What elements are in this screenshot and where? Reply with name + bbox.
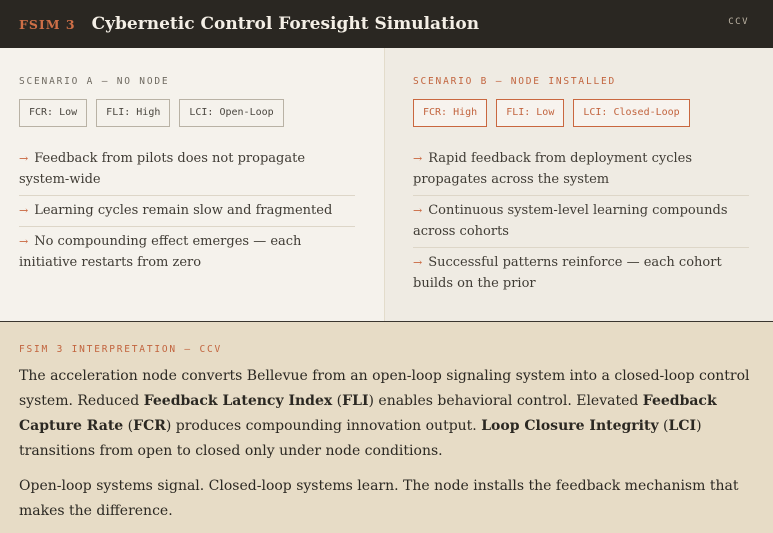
arrow-right-icon: → (19, 204, 29, 217)
scenario-b-label: SCENARIO B — NODE INSTALLED (413, 76, 617, 87)
scenario-b-tags: FCR: High FLI: Low LCI: Closed-Loop (413, 99, 749, 127)
list-item-text: Rapid feedback from deployment cycles pr… (413, 151, 693, 187)
tag-lci: LCI: Open-Loop (179, 99, 284, 127)
list-item: → Successful patterns reinforce — each co… (413, 248, 749, 299)
tag-lci: LCI: Closed-Loop (573, 99, 690, 127)
header-tag: CCV (728, 17, 749, 27)
term-fcr: FCR (133, 418, 166, 434)
arrow-right-icon: → (413, 256, 423, 269)
term-fli-name: Feedback Latency Index (143, 393, 333, 409)
scenario-a-label: SCENARIO A — NO NODE (19, 76, 170, 87)
interpretation-label: FSIM 3 INTERPRETATION — CCV (19, 344, 223, 355)
text-segment: ( (332, 393, 343, 409)
scenario-a-list: → Feedback from pilots does not propagate… (19, 144, 365, 278)
scenario-a-panel: SCENARIO A — NO NODE FCR: Low FLI: High … (0, 48, 385, 321)
text-segment: ) produces compounding innovation output… (165, 418, 482, 434)
list-item-text: Continuous system-level learning compoun… (413, 203, 728, 239)
list-item: → Continuous system-level learning compou… (413, 196, 749, 248)
term-lci: LCI (668, 418, 697, 434)
interpretation-section: FSIM 3 INTERPRETATION — CCV The accelera… (0, 321, 773, 533)
interpretation-summary: Open-loop systems signal. Closed-loop sy… (19, 478, 739, 519)
arrow-right-icon: → (413, 152, 423, 165)
text-segment: ( (658, 418, 669, 434)
brand-label: FSIM 3 (19, 16, 76, 32)
list-item: → Feedback from pilots does not propagate… (19, 144, 355, 196)
tag-fli: FLI: Low (496, 99, 565, 127)
scenario-b-list: → Rapid feedback from deployment cycles p… (413, 144, 749, 299)
list-item: → No compounding effect emerges — each in… (19, 227, 355, 278)
list-item-text: Learning cycles remain slow and fragment… (34, 203, 333, 218)
scenario-a-tags: FCR: Low FLI: High LCI: Open-Loop (19, 99, 365, 127)
tag-fli: FLI: High (96, 99, 171, 127)
arrow-right-icon: → (19, 235, 29, 248)
list-item: → Rapid feedback from deployment cycles p… (413, 144, 749, 196)
term-lci-name: Loop Closure Integrity (481, 418, 659, 434)
tag-fcr: FCR: Low (19, 99, 88, 127)
scenario-comparison: SCENARIO A — NO NODE FCR: Low FLI: High … (0, 48, 773, 321)
page-title: Cybernetic Control Foresight Simulation (91, 14, 480, 34)
scenario-b-panel: SCENARIO B — NODE INSTALLED FCR: High FL… (385, 48, 773, 321)
list-item-text: Successful patterns reinforce — each coh… (413, 255, 722, 291)
tag-fcr: FCR: High (413, 99, 488, 127)
list-item: → Learning cycles remain slow and fragmen… (19, 196, 355, 227)
list-item-text: No compounding effect emerges — each ini… (19, 234, 302, 270)
term-fli: FLI (342, 393, 369, 409)
arrow-right-icon: → (19, 152, 29, 165)
interpretation-paragraph: The acceleration node converts Bellevue … (19, 364, 759, 464)
page-header: FSIM 3 Cybernetic Control Foresight Simu… (0, 0, 773, 48)
text-segment: ) enables behavioral control. Elevated (368, 393, 643, 409)
arrow-right-icon: → (413, 204, 423, 217)
list-item-text: Feedback from pilots does not propagate … (19, 151, 306, 187)
text-segment: ( (123, 418, 134, 434)
